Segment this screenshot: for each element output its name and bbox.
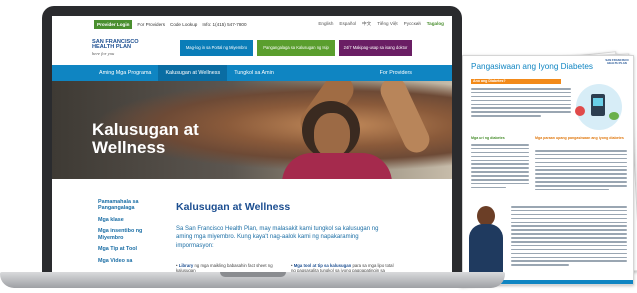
bullet-tools: • Mga tool at tip sa kalusugan para sa m… <box>291 263 394 272</box>
sidebar-item-tips-tools[interactable]: Mga Tip at Tool <box>98 246 158 252</box>
logo-tagline: here for you <box>92 50 115 56</box>
brochure-logo: SAN FRANCISCO HEALTH PLAN <box>605 58 629 66</box>
brochure-paragraph-manage <box>535 150 627 193</box>
phone-info: Info: 1(415) 547-7800 <box>202 21 247 27</box>
utility-bar: Provider Login For Providers Code Lookup… <box>52 16 452 32</box>
glucose-monitor-icon <box>591 94 605 116</box>
language-english[interactable]: English <box>318 21 333 27</box>
member-portal-button[interactable]: Mag-log in sa Portal ng Miyembro <box>180 40 253 56</box>
brochure-section-manage: Mga paraan upang pangasiwaan ang iyong d… <box>535 136 624 140</box>
nav-for-providers[interactable]: For Providers <box>373 65 452 81</box>
sfhp-logo[interactable]: SAN FRANCISCO HEALTH PLAN here for you <box>92 39 182 57</box>
page-content: Pamamahala sa Pangangalaga Mga klase Mga… <box>52 179 452 272</box>
language-espanol[interactable]: Español <box>339 21 356 27</box>
mental-health-button[interactable]: Pangangalaga sa Kalusugan ng Isip <box>257 40 335 56</box>
talk-to-doctor-button[interactable]: 24/7 Makipag-usap sa isang doktor <box>339 40 412 56</box>
intro-paragraph: Sa San Francisco Health Plan, may malasa… <box>176 226 379 249</box>
language-chinese[interactable]: 中文 <box>362 21 371 27</box>
logo-line2: HEALTH PLAN <box>92 44 132 51</box>
diabetes-brochure: Pangasiwaan ang Iyong Diabetes SAN FRANC… <box>462 55 634 285</box>
language-vietnamese[interactable]: Tiếng Việt <box>377 21 397 27</box>
brochure-paragraph-lower <box>511 206 627 268</box>
person-illustration-body <box>469 224 503 272</box>
page-title: Kalusugan at Wellness <box>176 201 291 213</box>
hero-photo-arm <box>376 81 434 157</box>
language-selector: English Español 中文 Tiếng Việt Русский Ta… <box>318 21 452 27</box>
language-tagalog[interactable]: Tagalog <box>427 21 444 27</box>
nav-about-us[interactable]: Tungkol sa Amin <box>227 65 281 81</box>
hero-photo-face <box>314 113 350 157</box>
brochure-section-what-is: Ano ang Diabetes? <box>473 79 506 83</box>
sidebar-nav: Pamamahala sa Pangangalaga Mga klase Mga… <box>98 199 158 269</box>
brochure-paragraph-types <box>471 144 529 191</box>
sidebar-item-classes[interactable]: Mga klase <box>98 217 158 223</box>
hero-photo-shirt <box>282 153 392 179</box>
hero-banner: Kalusugan at Wellness <box>52 81 452 179</box>
main-nav: Aming Mga Programa Kalusugan at Wellness… <box>52 65 452 81</box>
provider-login-button[interactable]: Provider Login <box>94 19 133 29</box>
language-russian[interactable]: Русский <box>404 21 421 27</box>
hero-title: Kalusugan at Wellness <box>92 120 199 157</box>
brochure-section-types: Mga uri ng diabetes <box>471 136 505 140</box>
brochure-header: Pangasiwaan ang Iyong Diabetes SAN FRANC… <box>463 56 633 78</box>
heart-icon <box>575 106 585 116</box>
sidebar-item-videos[interactable]: Mga Video sa <box>98 258 158 264</box>
for-providers-link[interactable]: For Providers <box>137 22 165 27</box>
laptop-notch <box>220 272 286 277</box>
vegetable-icon <box>609 112 619 120</box>
nav-programs[interactable]: Aming Mga Programa <box>92 65 158 81</box>
code-lookup-link[interactable]: Code Lookup <box>170 22 197 27</box>
nav-health-wellness[interactable]: Kalusugan at Wellness <box>158 65 228 81</box>
resource-bullets: • Library ng mga maikling babasahin fact… <box>176 263 396 272</box>
sidebar-item-care-management[interactable]: Pamamahala sa Pangangalaga <box>98 199 158 212</box>
sidebar-item-member-incentives[interactable]: Mga insentibo ng Miyembro <box>98 228 158 241</box>
person-illustration-head <box>477 206 495 226</box>
bullet-library: • Library ng mga maikling babasahin fact… <box>176 263 273 272</box>
marketing-composite: Pangasiwaan ang Iyong Diabetes SAN FRANC… <box>0 0 637 293</box>
brochure-title: Pangasiwaan ang Iyong Diabetes <box>471 62 593 71</box>
laptop-screen: Provider Login For Providers Code Lookup… <box>52 16 452 272</box>
brochure-paragraph <box>471 88 571 119</box>
